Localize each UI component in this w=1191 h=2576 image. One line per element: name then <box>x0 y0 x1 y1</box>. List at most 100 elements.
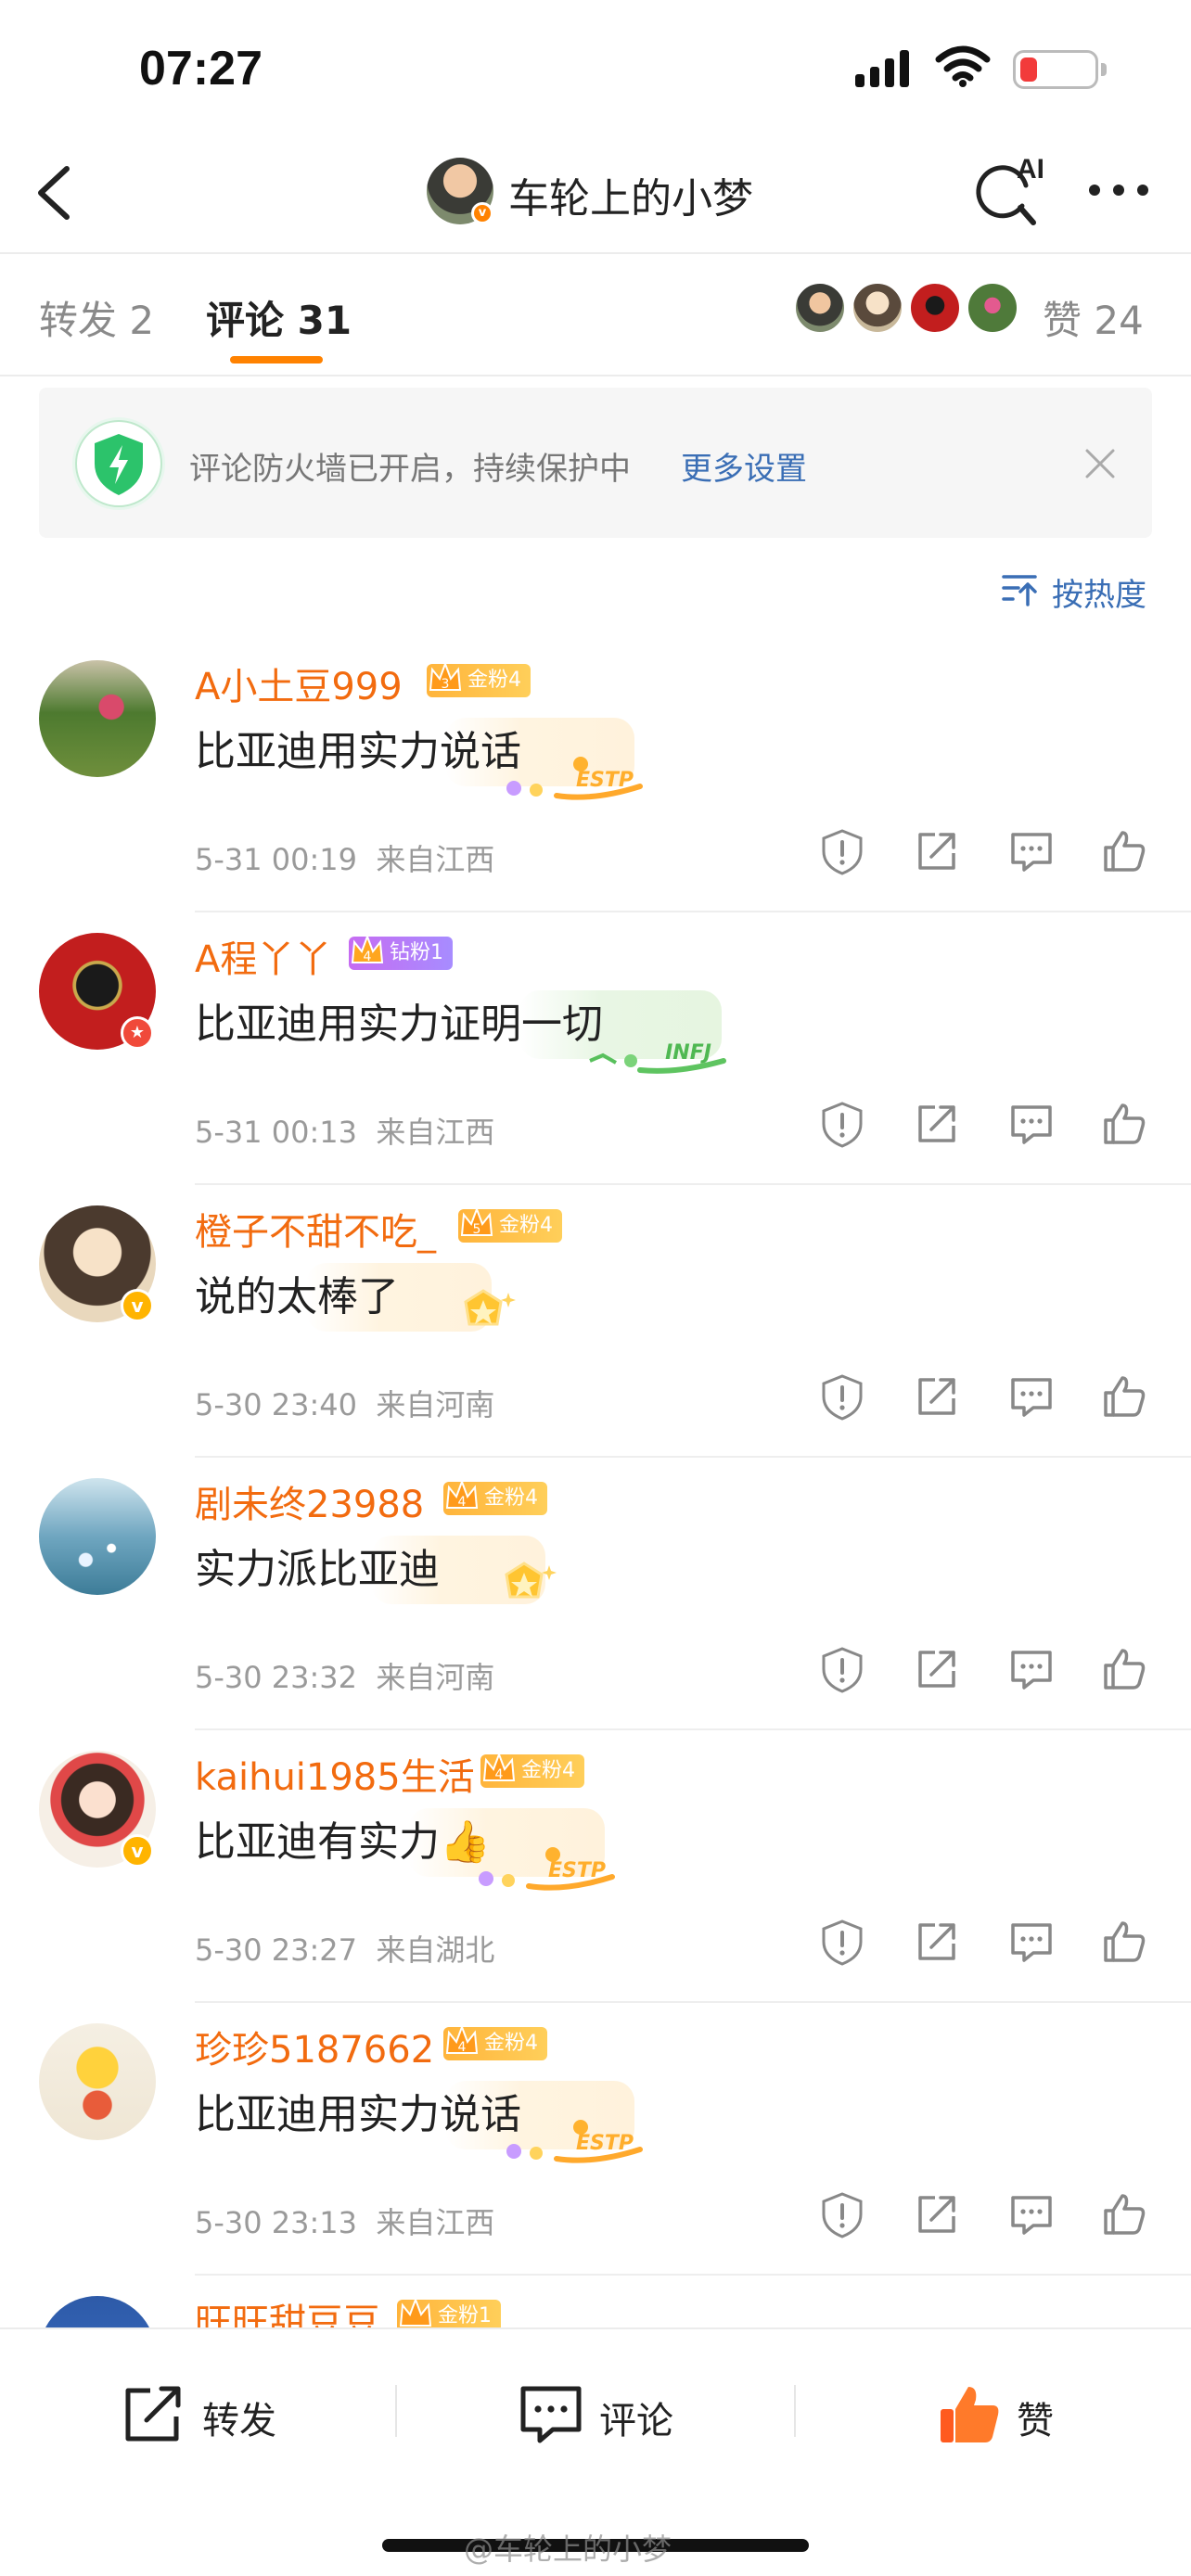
liker-avatar <box>852 282 903 334</box>
comment-time: 5-31 00:19 <box>195 842 358 877</box>
comment-text: 比亚迪有实力👍 <box>195 1818 491 1866</box>
share-icon[interactable] <box>911 1098 963 1150</box>
more-options-icon[interactable] <box>1085 176 1152 204</box>
commenter-avatar[interactable] <box>39 1478 156 1595</box>
author-avatar[interactable]: v <box>427 158 493 224</box>
commenter-avatar[interactable] <box>39 2296 156 2331</box>
red-badge-icon: ★ <box>121 1016 154 1050</box>
comment-location: 来自河南 <box>376 1387 495 1422</box>
active-tab-indicator <box>230 356 323 363</box>
verified-badge-icon: v <box>121 1834 154 1868</box>
reply-icon[interactable] <box>1005 1643 1057 1695</box>
fan-level-badge: 4 金粉4 <box>443 2024 547 2060</box>
commenter-name[interactable]: 珍珍5187662 <box>195 2020 434 2073</box>
commenter-avatar[interactable] <box>39 2023 156 2140</box>
reply-icon[interactable] <box>1005 1098 1057 1150</box>
watermark-text: @车轮上的小梦 <box>464 2531 672 2567</box>
report-icon[interactable] <box>816 1916 868 1968</box>
reply-icon[interactable] <box>1005 825 1057 877</box>
share-icon[interactable] <box>911 1371 963 1422</box>
ai-search-icon <box>976 165 1036 225</box>
comment-item: ★ A程丫丫 4 钻粉1 比亚迪用实力证明一切 INFJ 5-31 00:13 … <box>0 912 1191 1185</box>
fan-level-text: 金粉4 <box>484 2032 538 2055</box>
status-time: 07:27 <box>139 42 263 96</box>
author-name[interactable]: 车轮上的小梦 <box>508 165 753 224</box>
fan-level-badge: 3 金粉4 <box>427 661 531 697</box>
like-label: 赞 <box>1017 2400 1054 2442</box>
svg-text:5: 5 <box>473 1222 481 1237</box>
comment-location: 来自江西 <box>376 842 495 877</box>
comment-location: 来自江西 <box>376 1115 495 1150</box>
thumbs-up-icon[interactable] <box>1098 2188 1150 2240</box>
ai-label: AI <box>1017 154 1044 185</box>
share-icon[interactable] <box>911 1916 963 1968</box>
thumbs-up-icon[interactable] <box>1098 825 1150 877</box>
report-icon[interactable] <box>816 2188 868 2240</box>
thumbs-up-icon[interactable] <box>1098 1643 1150 1695</box>
comment-meta: 5-31 00:19 来自江西 <box>195 836 494 879</box>
battery-level <box>1020 57 1037 82</box>
comment-item: 旺旺甜豆豆 金粉1 <box>0 2276 1191 2331</box>
fan-level-text: 金粉4 <box>521 1759 575 1782</box>
comment-meta: 5-30 23:27 来自湖北 <box>195 1927 494 1970</box>
mbti-tag-icon: INFJ <box>589 1041 726 1074</box>
comment-meta: 5-30 23:32 来自河南 <box>195 1654 494 1697</box>
sort-icon <box>1002 575 1037 606</box>
mbti-tag-text: ESTP <box>576 2132 634 2155</box>
reply-icon[interactable] <box>1005 1916 1057 1968</box>
back-arrow-icon[interactable] <box>28 163 83 223</box>
comment-icon <box>520 2386 582 2443</box>
commenter-name[interactable]: A程丫丫 <box>195 929 331 983</box>
commenter-name[interactable]: kaihui1985生活 <box>195 1747 475 1801</box>
thumbs-up-icon[interactable] <box>1098 1371 1150 1422</box>
commenter-avatar[interactable] <box>39 660 156 777</box>
crown-icon: 4 <box>351 934 384 964</box>
close-icon[interactable] <box>1082 445 1119 482</box>
comment-text: 比亚迪用实力说话 <box>195 2091 521 2138</box>
repost-button[interactable]: 转发 <box>121 2378 306 2452</box>
comment-meta: 5-30 23:13 来自江西 <box>195 2200 494 2242</box>
crown-icon: 4 <box>482 1752 516 1782</box>
report-icon[interactable] <box>816 1643 868 1695</box>
comment-location: 来自河南 <box>376 1660 495 1695</box>
share-icon[interactable] <box>911 2188 963 2240</box>
commenter-name[interactable]: 橙子不甜不吃_ <box>195 1202 436 1256</box>
repost-label: 转发 <box>202 2400 276 2442</box>
bottom-action-bar: 转发 评论 赞 @车轮上的小梦 <box>0 2327 1191 2576</box>
liker-avatars[interactable] <box>794 282 1026 339</box>
report-icon[interactable] <box>816 1098 868 1150</box>
mbti-tag-text: ESTP <box>576 769 634 792</box>
share-icon[interactable] <box>911 825 963 877</box>
comment-text: 比亚迪用实力证明一切 <box>195 1001 603 1048</box>
commenter-name[interactable]: A小土豆999 <box>195 657 403 710</box>
crown-icon: 4 <box>445 1479 479 1510</box>
comment-button[interactable]: 评论 <box>518 2378 703 2452</box>
thumbs-up-icon[interactable] <box>1098 1098 1150 1150</box>
comment-meta: 5-31 00:13 来自江西 <box>195 1109 494 1152</box>
battery-icon <box>1013 50 1107 89</box>
report-icon[interactable] <box>816 825 868 877</box>
tab-comment[interactable]: 评论 31 <box>206 289 352 346</box>
fan-level-badge: 4 金粉4 <box>443 1479 547 1515</box>
comment-time: 5-30 23:13 <box>195 2205 358 2240</box>
reply-icon[interactable] <box>1005 2188 1057 2240</box>
more-settings-link[interactable]: 更多设置 <box>681 443 807 489</box>
ai-search-button[interactable]: AI <box>974 154 1057 232</box>
commenter-name[interactable]: 旺旺甜豆豆 <box>195 2292 380 2331</box>
tab-like[interactable]: 赞 24 <box>1043 289 1144 346</box>
sort-button[interactable]: 按热度 <box>1000 566 1158 614</box>
sort-label: 按热度 <box>1052 577 1146 614</box>
tab-repost[interactable]: 转发 2 <box>39 289 154 346</box>
comment-time: 5-30 23:32 <box>195 1660 358 1695</box>
reply-icon[interactable] <box>1005 1371 1057 1422</box>
share-icon[interactable] <box>911 1643 963 1695</box>
comment-meta: 5-30 23:40 来自河南 <box>195 1382 494 1424</box>
commenter-name[interactable]: 剧未终23988 <box>195 1474 424 1528</box>
report-icon[interactable] <box>816 1371 868 1422</box>
like-button[interactable]: 赞 <box>935 2378 1083 2452</box>
mbti-tag-text: ESTP <box>548 1859 606 1882</box>
liker-avatar <box>794 282 846 334</box>
thumbs-up-icon[interactable] <box>1098 1916 1150 1968</box>
tabs-divider <box>0 375 1191 376</box>
fan-level-text: 钻粉1 <box>390 941 443 964</box>
